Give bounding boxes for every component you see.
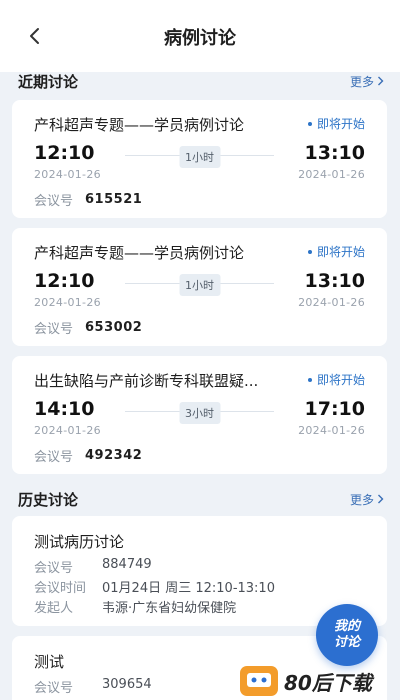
meeting-card[interactable]: 产科超声专题——学员病例讨论 即将开始 12:10 13:10 1小时 2024… [12, 228, 387, 346]
meeting-number-row: 会议号 615521 [34, 190, 142, 209]
end-time: 13:10 [304, 270, 365, 292]
history-more-link[interactable]: 更多 [350, 491, 384, 508]
recent-section-title: 近期讨论 [18, 72, 79, 91]
start-date: 2024-01-26 [34, 296, 101, 309]
history-time-label: 会议时间 [34, 581, 87, 596]
status-badge: 即将开始 [307, 115, 365, 132]
end-time: 13:10 [304, 142, 365, 164]
watermark-logo-icon [240, 666, 278, 696]
meeting-number-label: 会议号 [34, 450, 74, 465]
status-dot-icon [307, 377, 312, 382]
recent-more-label: 更多 [349, 74, 374, 89]
meeting-title: 产科超声专题——学员病例讨论 [34, 244, 245, 262]
history-initiator-row: 发起人 韦源·广东省妇幼保健院 [34, 597, 236, 616]
meeting-title: 出生缺陷与产前诊断专科联盟疑... [34, 372, 259, 390]
meeting-number-row: 会议号 492342 [34, 446, 142, 465]
duration-badge: 1小时 [179, 274, 220, 296]
start-date: 2024-01-26 [34, 168, 101, 181]
status-badge: 即将开始 [307, 243, 365, 260]
tv-icon [247, 673, 271, 687]
start-date: 2024-01-26 [34, 424, 101, 437]
top-bar: 病例讨论 [0, 0, 400, 72]
end-date: 2024-01-26 [298, 296, 365, 309]
history-meeting-number: 884749 [102, 557, 152, 572]
recent-section-header: 近期讨论 更多 [18, 69, 384, 93]
history-title: 测试病历讨论 [34, 533, 125, 551]
history-meeting-row: 会议号 309654 [34, 677, 152, 696]
meeting-number: 492342 [85, 448, 143, 463]
meeting-card[interactable]: 出生缺陷与产前诊断专科联盟疑... 即将开始 14:10 17:10 3小时 2… [12, 356, 387, 474]
my-discussions-button[interactable]: 我的 讨论 [316, 604, 378, 666]
history-section-header: 历史讨论 更多 [18, 487, 384, 511]
fab-label-line1: 我的 [333, 619, 360, 634]
history-time-value: 01月24日 周三 12:10-13:10 [102, 581, 275, 596]
recent-more-link[interactable]: 更多 [350, 73, 384, 90]
history-meeting-number: 309654 [102, 677, 152, 692]
start-time: 14:10 [34, 398, 95, 420]
chevron-right-icon [378, 494, 384, 504]
start-time: 12:10 [34, 142, 95, 164]
status-text: 即将开始 [316, 117, 365, 131]
history-initiator-value: 韦源·广东省妇幼保健院 [102, 601, 237, 616]
history-time-row: 会议时间 01月24日 周三 12:10-13:10 [34, 577, 275, 596]
meeting-number: 653002 [85, 320, 143, 335]
meeting-title: 产科超声专题——学员病例讨论 [34, 116, 245, 134]
end-date: 2024-01-26 [298, 168, 365, 181]
start-time: 12:10 [34, 270, 95, 292]
history-meeting-label: 会议号 [34, 561, 74, 576]
duration-badge: 1小时 [179, 146, 220, 168]
meeting-number-label: 会议号 [34, 322, 74, 337]
status-text: 即将开始 [316, 245, 365, 259]
meeting-number-row: 会议号 653002 [34, 318, 142, 337]
history-more-label: 更多 [349, 492, 374, 507]
history-initiator-label: 发起人 [34, 601, 74, 616]
chevron-right-icon [378, 76, 384, 86]
fab-label-line2: 讨论 [333, 635, 360, 650]
history-title: 测试 [34, 653, 65, 671]
status-text: 即将开始 [316, 373, 365, 387]
page-title: 病例讨论 [164, 28, 236, 49]
end-time: 17:10 [304, 398, 365, 420]
meeting-number: 615521 [85, 192, 143, 207]
meeting-card[interactable]: 产科超声专题——学员病例讨论 即将开始 12:10 13:10 1小时 2024… [12, 100, 387, 218]
history-section-title: 历史讨论 [18, 490, 79, 509]
status-badge: 即将开始 [307, 371, 365, 388]
watermark: 80后下载 [240, 664, 372, 698]
end-date: 2024-01-26 [298, 424, 365, 437]
history-meeting-row: 会议号 884749 [34, 557, 152, 576]
meeting-number-label: 会议号 [34, 194, 74, 209]
status-dot-icon [307, 121, 312, 126]
status-dot-icon [307, 249, 312, 254]
watermark-text: 80后下载 [284, 670, 372, 695]
history-meeting-label: 会议号 [34, 681, 74, 696]
duration-badge: 3小时 [179, 402, 220, 424]
